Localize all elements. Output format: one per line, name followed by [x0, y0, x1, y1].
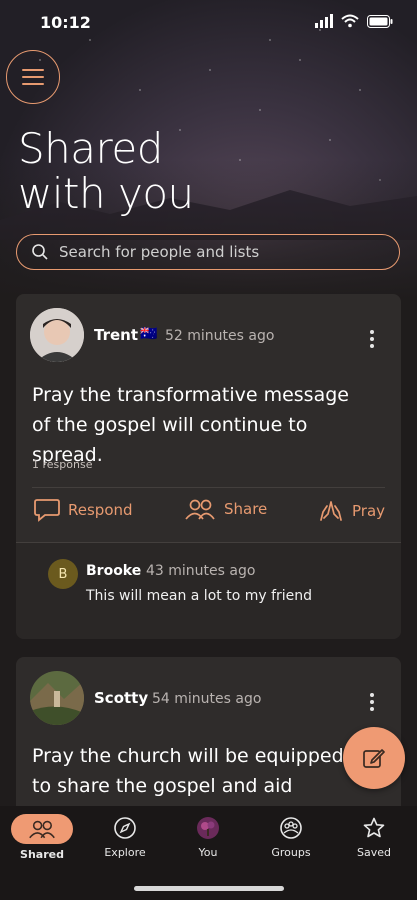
- respond-label: Respond: [68, 501, 133, 519]
- share-button[interactable]: Share: [184, 498, 267, 520]
- more-options-button[interactable]: [369, 330, 375, 348]
- status-time: 10:12: [40, 13, 91, 32]
- prayer-text: Pray the transformative message of the g…: [32, 384, 349, 466]
- tab-shared[interactable]: Shared: [7, 814, 77, 861]
- country-flag: 🇦🇺: [140, 326, 158, 342]
- home-indicator[interactable]: [134, 886, 284, 891]
- author-name[interactable]: Scotty: [94, 689, 148, 707]
- reply-time: 43 minutes ago: [146, 563, 256, 579]
- tab-saved[interactable]: Saved: [339, 814, 409, 859]
- prayer-card[interactable]: Trent 🇦🇺 52 minutes ago Pray the transfo…: [16, 294, 401, 639]
- speech-bubble-icon: [34, 499, 60, 522]
- tab-label: Shared: [20, 848, 64, 861]
- title-line-2: with you: [18, 169, 194, 218]
- page-title: Shared with you: [18, 126, 194, 216]
- tab-groups[interactable]: Groups: [256, 814, 326, 859]
- tab-you[interactable]: You: [173, 814, 243, 859]
- share-label: Share: [224, 500, 268, 518]
- post-time: 54 minutes ago: [152, 691, 262, 707]
- tab-label: You: [198, 846, 218, 859]
- people-icon: [185, 499, 215, 520]
- reply-author: Brooke: [86, 563, 142, 579]
- reply-item[interactable]: B Brooke 43 minutes ago This will mean a…: [16, 543, 401, 639]
- people-icon: [29, 820, 55, 839]
- status-bar: 10:12: [0, 0, 417, 46]
- prayer-card[interactable]: Scotty 54 minutes ago Pray the church wi…: [16, 657, 401, 817]
- tab-label: Groups: [271, 846, 311, 859]
- more-options-button[interactable]: [369, 693, 375, 711]
- edit-icon: [363, 749, 385, 768]
- avatar: B: [48, 559, 78, 589]
- respond-button[interactable]: Respond: [34, 498, 133, 522]
- search-bar[interactable]: [16, 234, 400, 270]
- avatar-icon: [197, 817, 219, 839]
- signal-icon: [315, 14, 333, 28]
- tab-explore[interactable]: Explore: [90, 814, 160, 859]
- response-count[interactable]: 1 response: [32, 458, 92, 471]
- title-line-1: Shared: [18, 124, 163, 173]
- star-icon: [363, 817, 385, 838]
- divider: [32, 487, 385, 488]
- praying-hands-icon: [320, 501, 342, 521]
- menu-button[interactable]: [6, 50, 60, 104]
- wifi-icon: [341, 14, 359, 28]
- scotty-avatar-image: [30, 671, 84, 725]
- tab-label: Saved: [357, 846, 391, 859]
- trent-avatar-image: [30, 308, 84, 362]
- compose-button[interactable]: [343, 727, 405, 789]
- tab-label: Explore: [104, 846, 146, 859]
- hamburger-icon: [22, 69, 44, 85]
- avatar[interactable]: [30, 308, 84, 362]
- compass-icon: [114, 817, 136, 839]
- avatar[interactable]: [30, 671, 84, 725]
- pray-button[interactable]: Pray: [318, 498, 385, 524]
- post-time: 52 minutes ago: [165, 328, 275, 344]
- groups-icon: [280, 817, 302, 839]
- reply-text: This will mean a lot to my friend: [86, 588, 313, 604]
- battery-icon: [367, 14, 393, 28]
- author-name[interactable]: Trent: [94, 326, 138, 344]
- search-icon: [32, 244, 48, 260]
- pray-label: Pray: [352, 502, 386, 520]
- search-input[interactable]: [57, 242, 381, 262]
- action-row: Respond Share Pray: [16, 498, 401, 538]
